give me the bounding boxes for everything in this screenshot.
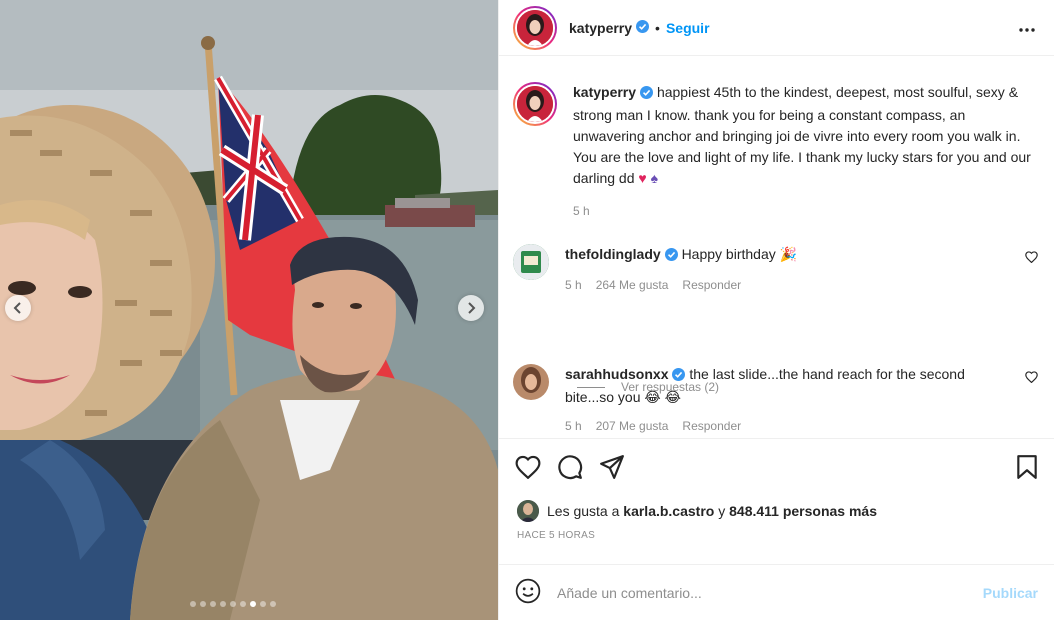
avatar-portrait — [517, 86, 553, 122]
caption-emojis: ♥ ♠ — [638, 170, 659, 186]
carousel-dot — [220, 601, 226, 607]
carousel-indicator — [190, 601, 276, 607]
heart-icon[interactable] — [515, 455, 541, 482]
liker-username[interactable]: karla.b.castro — [623, 503, 714, 519]
reply-button[interactable]: Responder — [682, 416, 741, 437]
comment-like-heart-icon[interactable] — [1025, 250, 1038, 266]
comment-username[interactable]: sarahhudsonxx — [565, 366, 668, 382]
avatar-portrait — [517, 500, 539, 522]
action-bar — [499, 438, 1054, 498]
likes-prefix: Les gusta a — [547, 503, 620, 519]
avatar-portrait — [517, 9, 553, 46]
carousel-dot — [210, 601, 216, 607]
comment-like-heart-icon[interactable] — [1025, 370, 1038, 386]
caption: katyperry happiest 45th to the kindest, … — [513, 82, 1038, 222]
emoji-icon[interactable] — [515, 578, 541, 607]
avatar-portrait — [513, 364, 549, 400]
caption-avatar[interactable] — [513, 82, 557, 126]
comment-likes[interactable]: 207 Me gusta — [596, 416, 669, 437]
post-photo — [0, 0, 498, 620]
carousel-dot — [270, 601, 276, 607]
comment-input[interactable] — [557, 584, 983, 601]
bookmark-icon[interactable] — [1016, 454, 1038, 483]
likes-connector: y — [718, 503, 726, 519]
post-time-ago[interactable]: HACE 5 HORAS — [499, 524, 1054, 564]
commenter-avatar[interactable] — [513, 244, 549, 280]
likes-summary: Les gusta a karla.b.castro y 848.411 per… — [499, 498, 1054, 524]
more-options-icon[interactable] — [1014, 16, 1040, 40]
carousel-dot — [250, 601, 256, 607]
verified-badge-icon — [636, 19, 650, 36]
verified-badge-icon — [664, 246, 678, 267]
comment-item: thefoldinglady Happy birthday 🎉 5 h 264 … — [513, 244, 1038, 296]
likes-others-count[interactable]: 848.411 personas más — [729, 503, 877, 519]
share-icon[interactable] — [599, 455, 625, 482]
comment-time[interactable]: 5 h — [565, 416, 582, 437]
author-username[interactable]: katyperry — [569, 20, 632, 36]
avatar-portrait — [513, 244, 549, 280]
carousel-dot — [200, 601, 206, 607]
author-avatar[interactable] — [513, 5, 557, 50]
comment-composer: Publicar — [499, 564, 1054, 620]
carousel-prev-button[interactable] — [5, 295, 31, 321]
reply-button[interactable]: Responder — [682, 275, 741, 296]
carousel-dot — [190, 601, 196, 607]
verified-badge-icon — [640, 84, 654, 105]
commenter-avatar[interactable] — [513, 364, 549, 400]
comment-likes[interactable]: 264 Me gusta — [596, 275, 669, 296]
comment-time[interactable]: 5 h — [565, 275, 582, 296]
liker-avatar[interactable] — [517, 500, 539, 522]
header-separator: • — [655, 19, 660, 36]
publish-button[interactable]: Publicar — [983, 585, 1038, 601]
comments-list[interactable]: katyperry happiest 45th to the kindest, … — [499, 56, 1054, 438]
photo-scene — [0, 0, 498, 620]
chevron-right-icon — [468, 302, 476, 314]
verified-badge-icon — [672, 366, 686, 387]
carousel-next-button[interactable] — [458, 295, 484, 321]
chevron-left-icon — [13, 302, 21, 314]
carousel-dot — [240, 601, 246, 607]
comment-text: Happy birthday — [681, 246, 776, 262]
carousel-dot — [230, 601, 236, 607]
comment-emoji: 😂 😂 — [644, 389, 681, 405]
comment-emoji: 🎉 — [779, 246, 798, 262]
caption-username[interactable]: katyperry — [573, 84, 636, 100]
follow-button[interactable]: Seguir — [666, 20, 710, 36]
post-side-panel: katyperry • Seguir katyperry happiest 45… — [498, 0, 1054, 620]
carousel-dot — [260, 601, 266, 607]
comment-item: sarahhudsonxx the last slide...the hand … — [513, 364, 1038, 437]
post-header: katyperry • Seguir — [499, 0, 1054, 56]
comment-icon[interactable] — [557, 454, 583, 483]
caption-time[interactable]: 5 h — [573, 201, 590, 222]
comment-username[interactable]: thefoldinglady — [565, 246, 661, 262]
